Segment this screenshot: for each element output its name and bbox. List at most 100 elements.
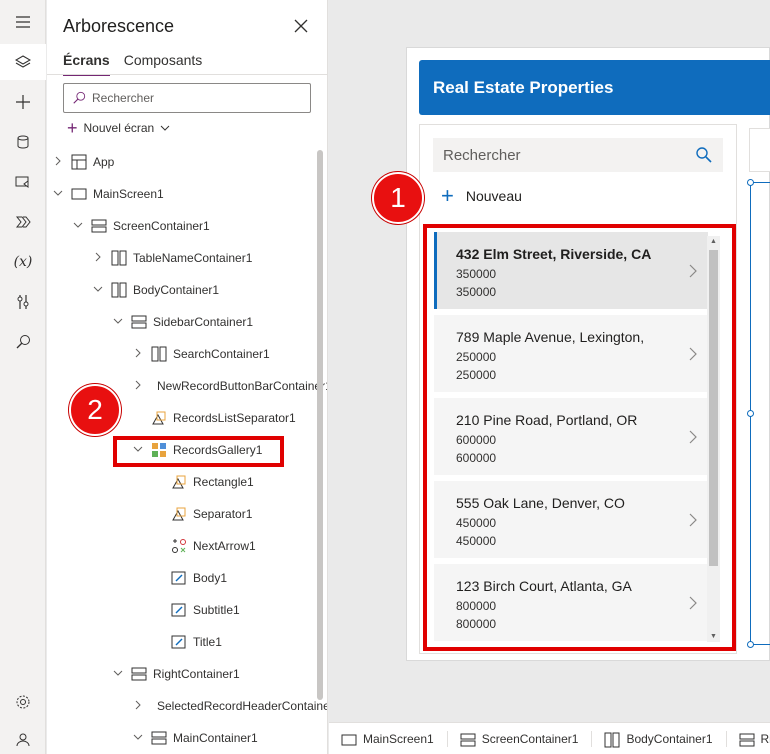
- hamburger-icon[interactable]: [0, 4, 46, 40]
- tree-item[interactable]: Separator1: [47, 498, 327, 530]
- tree-item-label: ScreenContainer1: [113, 219, 210, 233]
- horizontal-container-icon: [111, 250, 127, 266]
- chevron-down-icon[interactable]: [113, 315, 123, 329]
- plus-icon[interactable]: [0, 84, 46, 120]
- tree-scrollbar[interactable]: [317, 150, 323, 700]
- label-icon: [171, 570, 187, 586]
- breadcrumb-item[interactable]: Ri: [727, 723, 770, 754]
- tab-divider: [47, 74, 327, 75]
- search-icon[interactable]: [0, 324, 46, 360]
- app-search-box[interactable]: [433, 138, 723, 172]
- copilot-icon[interactable]: [0, 722, 46, 754]
- tree-item[interactable]: SidebarContainer1: [47, 306, 327, 338]
- power-automate-icon[interactable]: [0, 204, 46, 240]
- shape-icon: [171, 506, 187, 522]
- resize-handle[interactable]: [747, 641, 754, 648]
- close-icon[interactable]: [293, 18, 309, 34]
- tab-list: Écrans Composants: [63, 52, 202, 76]
- tree-item[interactable]: Title1: [47, 626, 327, 658]
- tree-item[interactable]: MainContainer1: [47, 722, 327, 754]
- tools-icon[interactable]: [0, 284, 46, 320]
- breadcrumb-item[interactable]: ScreenContainer1: [448, 723, 593, 754]
- tree-item[interactable]: SearchContainer1: [47, 338, 327, 370]
- label-icon: [171, 634, 187, 650]
- chevron-down-icon[interactable]: [93, 283, 103, 297]
- tree-item-label: SidebarContainer1: [153, 315, 254, 329]
- tree-item-label: Subtitle1: [193, 603, 240, 617]
- right-header-box[interactable]: [749, 128, 770, 172]
- chevron-down-icon[interactable]: [113, 667, 123, 681]
- tree-item-label: NextArrow1: [193, 539, 256, 553]
- breadcrumb-label: BodyContainer1: [626, 731, 713, 746]
- shape-icon: [151, 410, 167, 426]
- breadcrumb-item[interactable]: MainScreen1: [329, 723, 448, 754]
- tree-item[interactable]: Rectangle1: [47, 466, 327, 498]
- chevron-down-icon[interactable]: [133, 731, 143, 745]
- label-icon: [171, 602, 187, 618]
- tree-item[interactable]: BodyContainer1: [47, 274, 327, 306]
- chevron-right-icon[interactable]: [53, 155, 63, 169]
- tree-item-label: RightContainer1: [153, 667, 240, 681]
- tree-item-label: Body1: [193, 571, 228, 585]
- variables-icon[interactable]: (𝑥): [0, 244, 46, 280]
- breadcrumb-label: Ri: [760, 731, 770, 746]
- tree-item-label: Rectangle1: [193, 475, 254, 489]
- tab-components[interactable]: Composants: [124, 52, 203, 76]
- chevron-right-icon[interactable]: [93, 251, 103, 265]
- new-screen-button[interactable]: + Nouvel écran: [67, 119, 170, 137]
- tree-item-label: Separator1: [193, 507, 253, 521]
- tree-item-label: BodyContainer1: [133, 283, 220, 297]
- tree-item-label: RecordsListSeparator1: [173, 411, 296, 425]
- resize-handle[interactable]: [747, 410, 754, 417]
- icon-control-icon: [171, 538, 187, 554]
- new-record-button[interactable]: + Nouveau: [441, 185, 522, 207]
- vertical-container-icon: [131, 314, 147, 330]
- tree-item[interactable]: SelectedRecordHeaderContainer1: [47, 690, 327, 725]
- tree-item[interactable]: App: [47, 146, 327, 178]
- breadcrumb-label: ScreenContainer1: [481, 731, 579, 746]
- layers-icon[interactable]: [0, 44, 46, 80]
- database-icon[interactable]: [0, 124, 46, 160]
- chevron-down-icon[interactable]: [53, 187, 63, 201]
- tree-search-input[interactable]: [92, 91, 292, 105]
- chevron-right-icon[interactable]: [133, 347, 143, 361]
- tree-item[interactable]: Body1: [47, 562, 327, 594]
- vertical-container-icon: [91, 218, 107, 234]
- annotation-badge-1: 1: [372, 172, 424, 224]
- tree-item-label: TableNameContainer1: [133, 251, 253, 265]
- gallery-highlight-box: [423, 224, 736, 651]
- tree-search-box[interactable]: [63, 83, 311, 113]
- panel-title: Arborescence: [63, 16, 175, 36]
- screen-icon: [341, 732, 357, 746]
- breadcrumb: MainScreen1 ScreenContainer1 BodyContainer…: [329, 722, 770, 754]
- vertical-container-icon: [151, 730, 167, 746]
- search-icon[interactable]: [695, 146, 713, 164]
- chevron-right-icon[interactable]: [133, 379, 143, 393]
- new-screen-label: Nouvel écran: [83, 121, 155, 135]
- vertical-container-icon: [131, 666, 147, 682]
- tree-item[interactable]: Subtitle1: [47, 594, 327, 626]
- tree-item[interactable]: TableNameContainer1: [47, 242, 327, 274]
- chevron-down-icon: [160, 125, 170, 131]
- resize-handle[interactable]: [747, 179, 754, 186]
- app-search-input[interactable]: [443, 146, 683, 164]
- tab-screens[interactable]: Écrans: [63, 52, 110, 76]
- search-icon: [73, 91, 86, 104]
- app-icon: [71, 154, 87, 170]
- tree-item[interactable]: NextArrow1: [47, 530, 327, 562]
- chevron-down-icon[interactable]: [73, 219, 83, 233]
- shape-icon: [171, 474, 187, 490]
- settings-icon[interactable]: [0, 684, 46, 720]
- media-icon[interactable]: [0, 164, 46, 200]
- breadcrumb-item[interactable]: BodyContainer1: [592, 723, 727, 754]
- tree-item-label: MainScreen1: [93, 187, 164, 201]
- chevron-right-icon[interactable]: [133, 699, 143, 713]
- horizontal-container-icon: [604, 732, 620, 747]
- tree-item[interactable]: RightContainer1: [47, 658, 327, 690]
- screen-icon: [71, 186, 87, 202]
- tree-item-label: Title1: [193, 635, 222, 649]
- tree-item[interactable]: ScreenContainer1: [47, 210, 327, 242]
- tree-item[interactable]: MainScreen1: [47, 178, 327, 210]
- tree-item-label: MainContainer1: [173, 731, 258, 745]
- breadcrumb-label: MainScreen1: [363, 731, 434, 746]
